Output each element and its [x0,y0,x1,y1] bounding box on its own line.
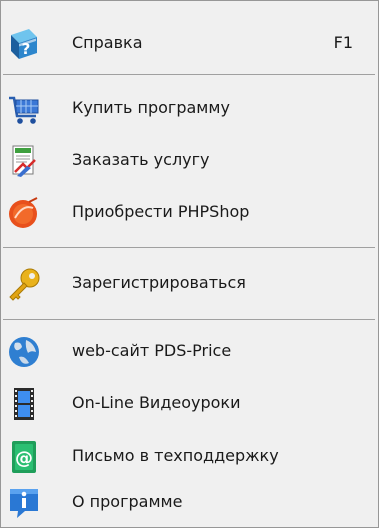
menu-item-label: О программе [72,492,183,511]
menu-item-label: Письмо в техподдержку [72,446,279,465]
film-strip-icon [7,387,41,421]
menu-item-label: Справка [72,33,143,52]
info-icon [7,486,41,520]
menu-item-website[interactable]: web-сайт PDS-Price [1,326,378,376]
menu-item-label: Приобрести PHPShop [72,202,250,221]
key-icon [7,267,41,301]
menu-separator [3,74,375,75]
email-at-icon: @ [7,440,41,474]
order-document-icon [7,144,41,178]
menu-item-label: On-Line Видеоуроки [72,393,241,412]
menu-item-label: web-сайт PDS-Price [72,341,232,360]
menu-item-order-service[interactable]: Заказать услугу [1,135,378,185]
help-book-icon: ? [7,27,41,61]
svg-text:?: ? [22,40,31,58]
menu-item-label: Зарегистрироваться [72,273,246,292]
menu-item-label: Заказать услугу [72,150,210,169]
menu-item-buy-phpshop[interactable]: Приобрести PHPShop [1,187,378,237]
menu-separator [3,247,375,248]
svg-text:@: @ [15,448,33,469]
globe-icon [7,335,41,369]
menu-item-label: Купить программу [72,98,230,117]
phpshop-logo-icon [7,196,41,230]
menu-item-help[interactable]: ? Справка F1 [1,18,378,68]
menu-separator [3,319,375,320]
context-menu: ? Справка F1 Купить программу Заказать у… [0,0,379,528]
menu-item-buy-program[interactable]: Купить программу [1,83,378,133]
menu-item-video-lessons[interactable]: On-Line Видеоуроки [1,378,378,428]
shortcut-label: F1 [333,33,353,52]
menu-item-support-email[interactable]: @ Письмо в техподдержку [1,431,378,481]
shopping-cart-icon [7,92,41,126]
menu-item-register[interactable]: Зарегистрироваться [1,258,378,308]
menu-item-about[interactable]: О программе [1,477,378,527]
